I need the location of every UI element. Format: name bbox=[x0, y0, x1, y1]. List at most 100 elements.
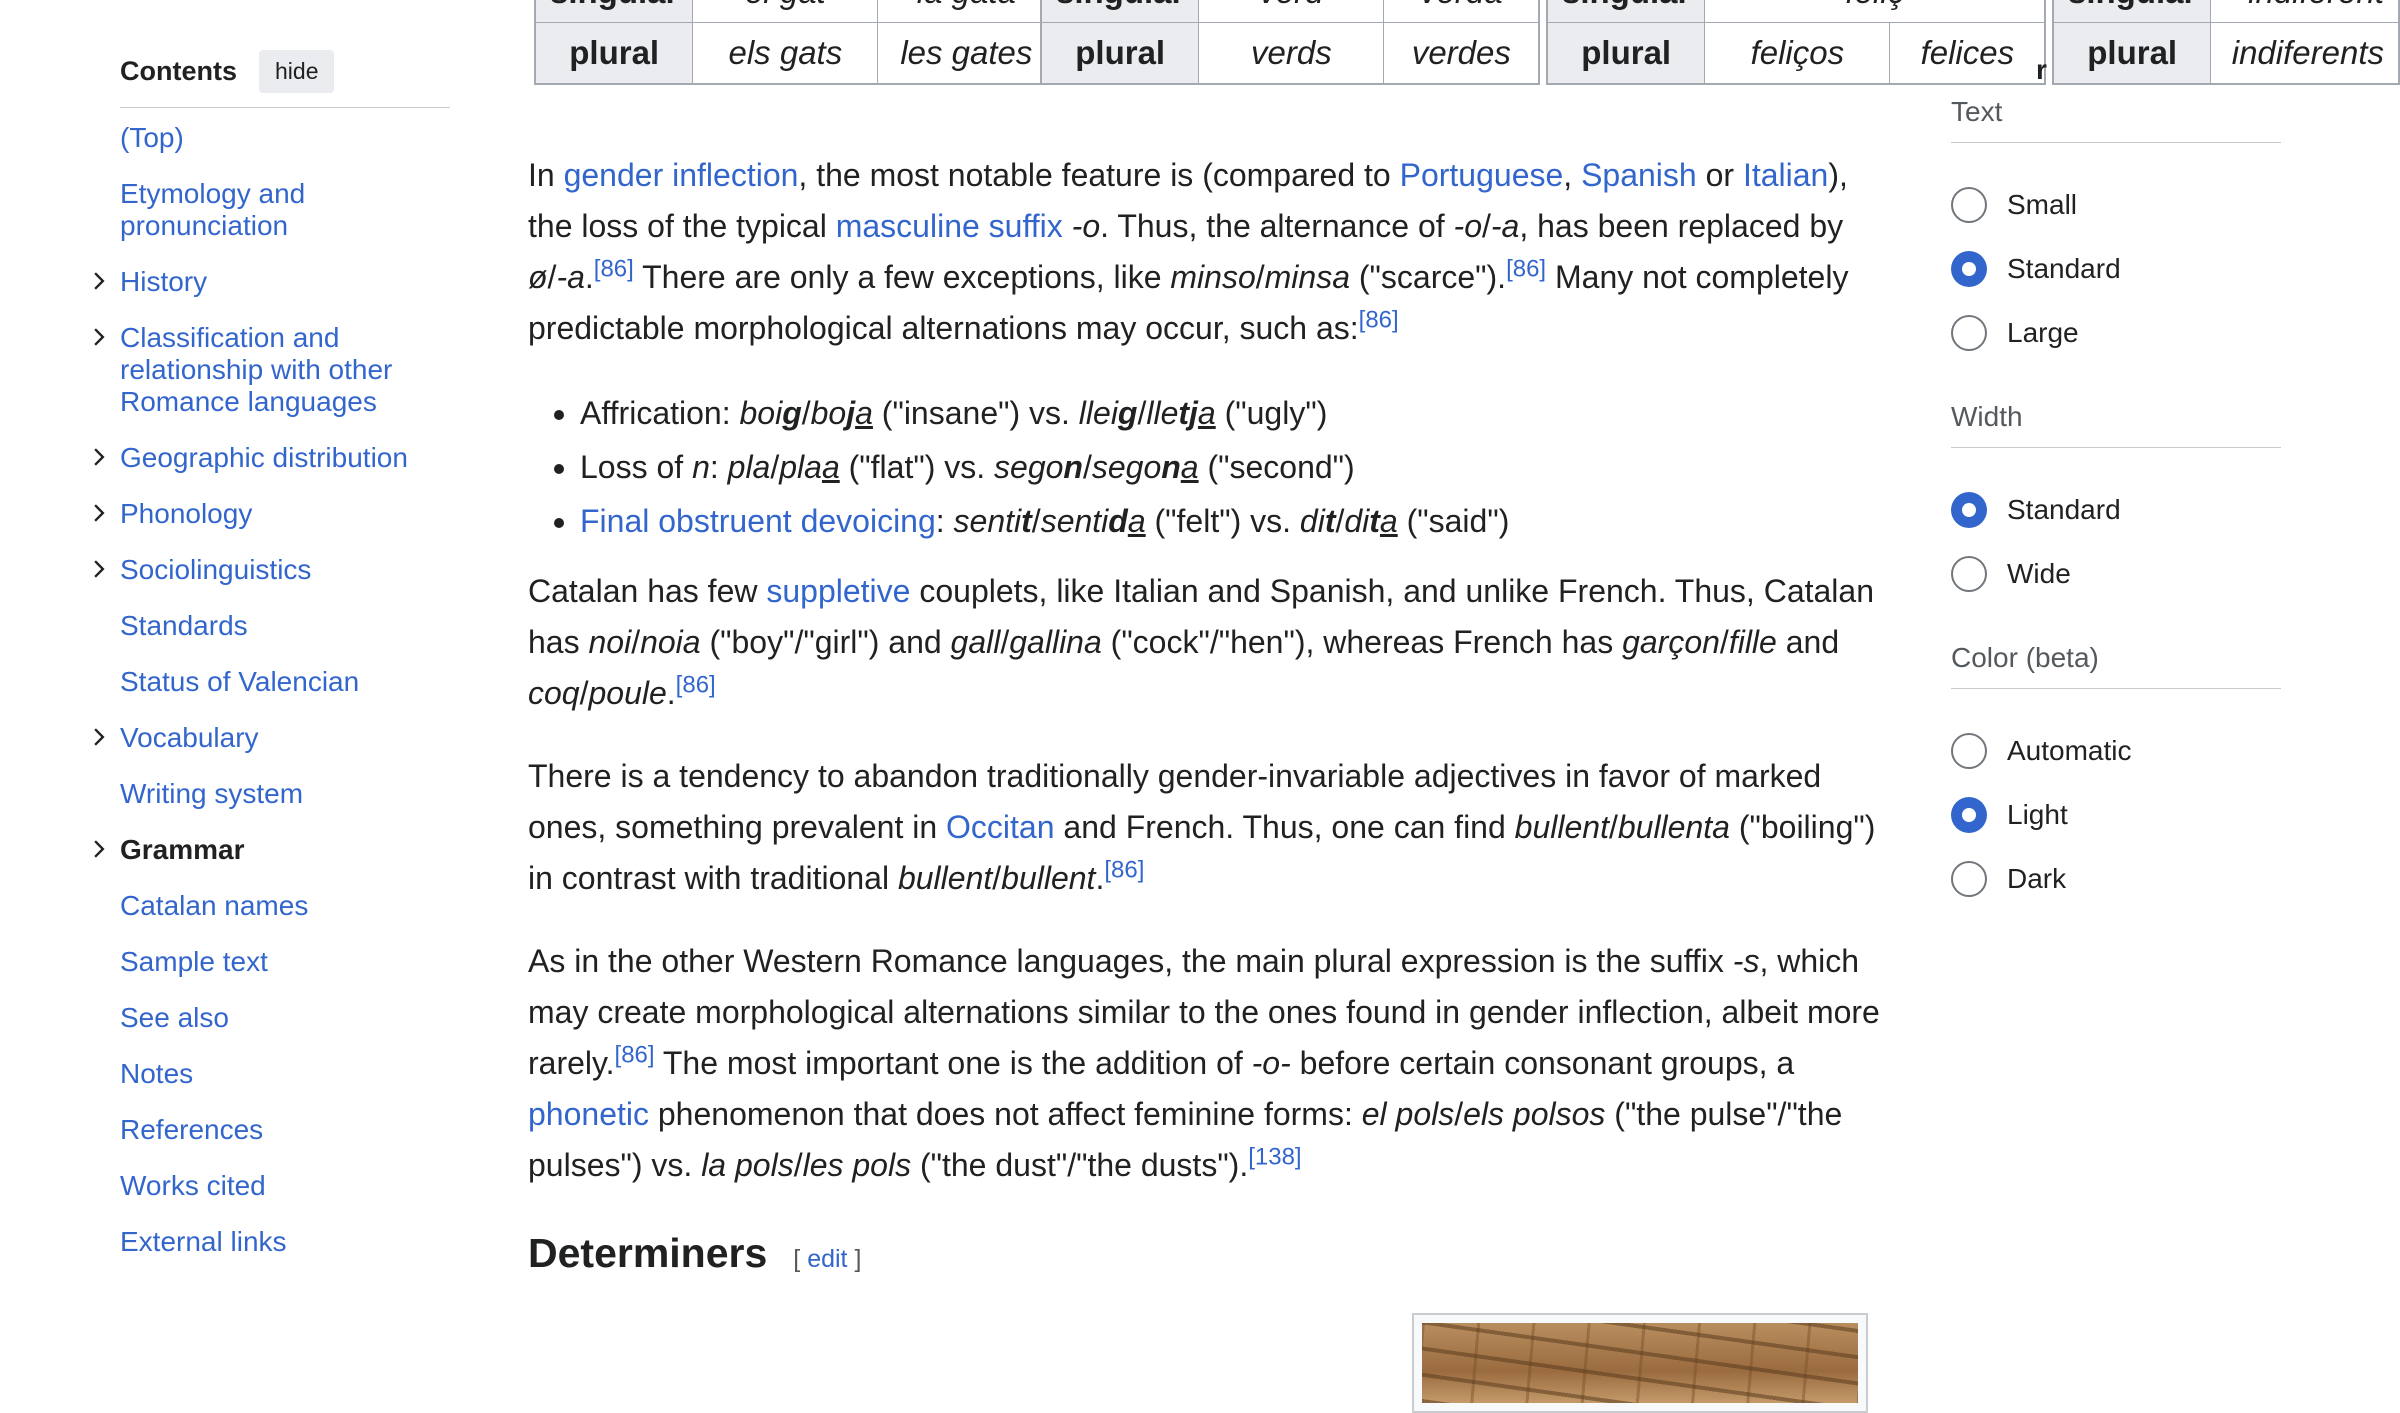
table-header-cell: singular bbox=[1546, 0, 1706, 23]
toc-item[interactable]: Writing system bbox=[120, 778, 450, 810]
citation-link[interactable]: [86] bbox=[1104, 856, 1144, 883]
toc-item-label[interactable]: References bbox=[120, 1114, 263, 1145]
italic-term: garçon bbox=[1622, 624, 1720, 660]
toc-item-label[interactable]: Works cited bbox=[120, 1170, 266, 1201]
toc-item-label[interactable]: Grammar bbox=[120, 834, 245, 865]
citation-link[interactable]: [138] bbox=[1248, 1143, 1301, 1170]
toc-item-label[interactable]: Vocabulary bbox=[120, 722, 259, 753]
toc-item-label[interactable]: Sample text bbox=[120, 946, 268, 977]
radio-option[interactable]: Standard bbox=[1951, 478, 2281, 542]
chevron-right-icon[interactable] bbox=[86, 556, 112, 582]
stone-wall-image[interactable] bbox=[1422, 1323, 1858, 1403]
radio-option[interactable]: Large bbox=[1951, 301, 2281, 365]
toc-item[interactable]: Grammar bbox=[94, 834, 450, 866]
toc-item[interactable]: References bbox=[120, 1114, 450, 1146]
citation-link[interactable]: [86] bbox=[1506, 255, 1546, 282]
bracket: [ bbox=[793, 1245, 808, 1273]
italic-term: -a bbox=[556, 259, 585, 295]
toc-item[interactable]: Notes bbox=[120, 1058, 450, 1090]
link-portuguese[interactable]: Portuguese bbox=[1400, 157, 1564, 193]
text: There are only a few exceptions, like bbox=[633, 259, 1171, 295]
radio-option[interactable]: Dark bbox=[1951, 847, 2281, 911]
toc-item-label[interactable]: See also bbox=[120, 1002, 229, 1033]
link-occitan[interactable]: Occitan bbox=[946, 809, 1054, 845]
radio-button[interactable] bbox=[1951, 251, 1987, 287]
text: / bbox=[631, 624, 641, 660]
toc-item[interactable]: Geographic distribution bbox=[94, 442, 450, 474]
toc-item[interactable]: External links bbox=[120, 1226, 450, 1258]
toc-item-label[interactable]: Status of Valencian bbox=[120, 666, 359, 697]
chevron-right-icon[interactable] bbox=[86, 444, 112, 470]
citation-link[interactable]: [86] bbox=[1359, 306, 1399, 333]
toc-item[interactable]: Sociolinguistics bbox=[94, 554, 450, 586]
toc-item[interactable]: Standards bbox=[120, 610, 450, 642]
radio-option[interactable]: Light bbox=[1951, 783, 2281, 847]
toc-item[interactable]: Vocabulary bbox=[94, 722, 450, 754]
toc-title: Contents bbox=[120, 56, 237, 86]
toc-item[interactable]: Phonology bbox=[94, 498, 450, 530]
text: and bbox=[1776, 624, 1840, 660]
chevron-right-icon[interactable] bbox=[86, 500, 112, 526]
example-word: sentit bbox=[953, 503, 1032, 539]
link-masculine-suffix[interactable]: masculine suffix bbox=[836, 208, 1063, 244]
toc-item-label[interactable]: Notes bbox=[120, 1058, 193, 1089]
toc-item-label[interactable]: Phonology bbox=[120, 498, 252, 529]
toc-item[interactable]: Classification and relationship with oth… bbox=[94, 322, 450, 418]
toc-item-label[interactable]: Etymology and pronunciation bbox=[120, 178, 305, 241]
link-gender-inflection[interactable]: gender inflection bbox=[564, 157, 799, 193]
toc-item-label[interactable]: History bbox=[120, 266, 207, 297]
table-header-cell: plural bbox=[1546, 22, 1706, 85]
radio-button[interactable] bbox=[1951, 861, 1987, 897]
radio-button[interactable] bbox=[1951, 187, 1987, 223]
radio-option[interactable]: Wide bbox=[1951, 542, 2281, 606]
example-word: segona bbox=[1091, 449, 1199, 485]
toc-item[interactable]: Works cited bbox=[120, 1170, 450, 1202]
italic-term: els polsos bbox=[1463, 1096, 1606, 1132]
link-italian[interactable]: Italian bbox=[1743, 157, 1828, 193]
figure-thumbnail[interactable] bbox=[1412, 1313, 1868, 1413]
table-row: plural feliços felices bbox=[1546, 22, 2046, 85]
radio-option[interactable]: Standard bbox=[1951, 237, 2281, 301]
link-phonetic[interactable]: phonetic bbox=[528, 1096, 649, 1132]
radio-button[interactable] bbox=[1951, 797, 1987, 833]
chevron-right-icon[interactable] bbox=[86, 836, 112, 862]
citation-link[interactable]: [86] bbox=[594, 255, 634, 282]
table-row: plural verds verdes bbox=[1040, 22, 1540, 85]
paragraph-invariable-adjectives: There is a tendency to abandon tradition… bbox=[528, 751, 1888, 904]
radio-button[interactable] bbox=[1951, 556, 1987, 592]
toc-item-label[interactable]: Standards bbox=[120, 610, 248, 641]
text: / bbox=[992, 860, 1002, 896]
citation-link[interactable]: [86] bbox=[676, 671, 716, 698]
radio-option[interactable]: Small bbox=[1951, 173, 2281, 237]
toc-item-label[interactable]: Sociolinguistics bbox=[120, 554, 311, 585]
toc-item[interactable]: See also bbox=[120, 1002, 450, 1034]
link-spanish[interactable]: Spanish bbox=[1581, 157, 1697, 193]
radio-option[interactable]: Automatic bbox=[1951, 719, 2281, 783]
radio-button[interactable] bbox=[1951, 315, 1987, 351]
example-word: sentida bbox=[1040, 503, 1146, 539]
toc-item-label[interactable]: Classification and relationship with oth… bbox=[120, 322, 392, 417]
toc-item[interactable]: (Top) bbox=[120, 122, 450, 154]
radio-button[interactable] bbox=[1951, 492, 1987, 528]
italic-term: minso bbox=[1170, 259, 1256, 295]
toc-item[interactable]: Sample text bbox=[120, 946, 450, 978]
link-suppletive[interactable]: suppletive bbox=[766, 573, 910, 609]
toc-hide-button[interactable]: hide bbox=[259, 50, 335, 93]
edit-link[interactable]: edit bbox=[807, 1245, 847, 1273]
radio-button[interactable] bbox=[1951, 733, 1987, 769]
chevron-right-icon[interactable] bbox=[86, 268, 112, 294]
citation-link[interactable]: [86] bbox=[615, 1041, 655, 1068]
toc-item-label[interactable]: Catalan names bbox=[120, 890, 308, 921]
toc-item[interactable]: Catalan names bbox=[120, 890, 450, 922]
toc-header: Contents hide bbox=[120, 50, 450, 108]
toc-item[interactable]: Etymology and pronunciation bbox=[120, 178, 450, 242]
toc-item-label[interactable]: Writing system bbox=[120, 778, 303, 809]
chevron-right-icon[interactable] bbox=[86, 324, 112, 350]
link-final-obstruent-devoicing[interactable]: Final obstruent devoicing bbox=[580, 503, 936, 539]
toc-item-label[interactable]: External links bbox=[120, 1226, 287, 1257]
chevron-right-icon[interactable] bbox=[86, 724, 112, 750]
toc-item-label[interactable]: Geographic distribution bbox=[120, 442, 408, 473]
toc-item[interactable]: History bbox=[94, 266, 450, 298]
toc-item-label[interactable]: (Top) bbox=[120, 122, 184, 153]
toc-item[interactable]: Status of Valencian bbox=[120, 666, 450, 698]
